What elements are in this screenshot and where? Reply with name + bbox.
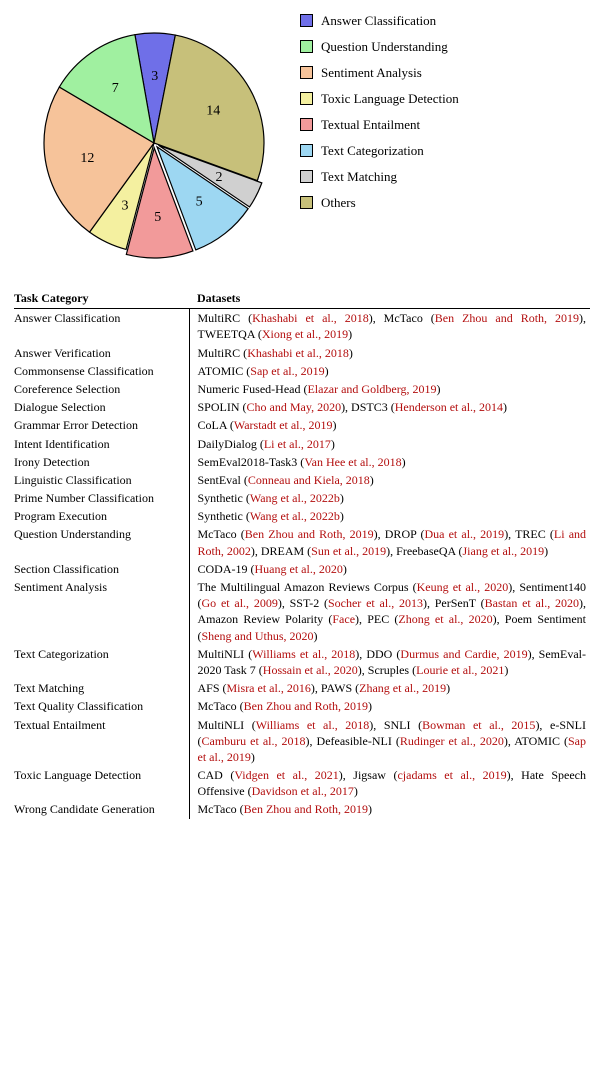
datasets-cell: McTaco (Ben Zhou and Roth, 2019), DROP (… <box>189 525 590 559</box>
legend-item: Text Categorization <box>300 144 590 157</box>
legend-item: Textual Entailment <box>300 118 590 131</box>
task-category-cell: Sentiment Analysis <box>14 578 189 645</box>
datasets-cell: McTaco (Ben Zhou and Roth, 2019) <box>189 800 590 818</box>
datasets-cell: SemEval2018-Task3 (Van Hee et al., 2018) <box>189 453 590 471</box>
datasets-cell: CAD (Vidgen et al., 2021), Jigsaw (cjada… <box>189 766 590 800</box>
datasets-cell: CODA-19 (Huang et al., 2020) <box>189 560 590 578</box>
task-category-cell: Toxic Language Detection <box>14 766 189 800</box>
task-category-cell: Linguistic Classification <box>14 471 189 489</box>
task-category-cell: Coreference Selection <box>14 380 189 398</box>
legend-label: Sentiment Analysis <box>321 66 422 79</box>
table-row: Intent IdentificationDailyDialog (Li et … <box>14 435 590 453</box>
legend-swatch <box>300 170 313 183</box>
table-row: Text Quality ClassificationMcTaco (Ben Z… <box>14 697 590 715</box>
legend-label: Others <box>321 196 356 209</box>
datasets-cell: MultiNLI (Williams et al., 2018), DDO (D… <box>189 645 590 679</box>
table-row: Grammar Error DetectionCoLA (Warstadt et… <box>14 416 590 434</box>
legend-item: Question Understanding <box>300 40 590 53</box>
table-row: Toxic Language DetectionCAD (Vidgen et a… <box>14 766 590 800</box>
datasets-cell: The Multilingual Amazon Reviews Corpus (… <box>189 578 590 645</box>
legend-item: Sentiment Analysis <box>300 66 590 79</box>
legend-label: Answer Classification <box>321 14 436 27</box>
datasets-cell: CoLA (Warstadt et al., 2019) <box>189 416 590 434</box>
datasets-cell: AFS (Misra et al., 2016), PAWS (Zhang et… <box>189 679 590 697</box>
task-category-cell: Answer Verification <box>14 344 189 362</box>
legend-item: Others <box>300 196 590 209</box>
pie-slice-value: 7 <box>112 81 119 96</box>
legend-swatch <box>300 196 313 209</box>
task-category-cell: Wrong Candidate Generation <box>14 800 189 818</box>
table-row: Program ExecutionSynthetic (Wang et al.,… <box>14 507 590 525</box>
pie-slice-value: 12 <box>80 151 94 166</box>
table-row: Sentiment AnalysisThe Multilingual Amazo… <box>14 578 590 645</box>
datasets-cell: MultiNLI (Williams et al., 2018), SNLI (… <box>189 716 590 767</box>
legend: Answer Classification Question Understand… <box>294 8 590 222</box>
datasets-cell: ATOMIC (Sap et al., 2019) <box>189 362 590 380</box>
pie-slice-value: 2 <box>216 170 223 185</box>
datasets-cell: SentEval (Conneau and Kiela, 2018) <box>189 471 590 489</box>
pie-slice-value: 5 <box>154 210 161 225</box>
table-row: Answer VerificationMultiRC (Khashabi et … <box>14 344 590 362</box>
legend-item: Toxic Language Detection <box>300 92 590 105</box>
legend-label: Question Understanding <box>321 40 448 53</box>
task-category-cell: Dialogue Selection <box>14 398 189 416</box>
table-row: Wrong Candidate GenerationMcTaco (Ben Zh… <box>14 800 590 818</box>
task-category-cell: Text Matching <box>14 679 189 697</box>
task-category-cell: Commonsense Classification <box>14 362 189 380</box>
task-category-cell: Question Understanding <box>14 525 189 559</box>
datasets-cell: SPOLIN (Cho and May, 2020), DSTC3 (Hende… <box>189 398 590 416</box>
datasets-cell: MultiRC (Khashabi et al., 2018) <box>189 344 590 362</box>
table-row: Commonsense ClassificationATOMIC (Sap et… <box>14 362 590 380</box>
pie-chart: 3142553127 <box>14 8 294 268</box>
legend-item: Answer Classification <box>300 14 590 27</box>
table-row: Prime Number ClassificationSynthetic (Wa… <box>14 489 590 507</box>
table-row: Section ClassificationCODA-19 (Huang et … <box>14 560 590 578</box>
table-row: Irony DetectionSemEval2018-Task3 (Van He… <box>14 453 590 471</box>
header-datasets: Datasets <box>189 288 590 309</box>
table-row: Answer ClassificationMultiRC (Khashabi e… <box>14 309 590 344</box>
legend-swatch <box>300 14 313 27</box>
table-row: Textual EntailmentMultiNLI (Williams et … <box>14 716 590 767</box>
task-category-cell: Section Classification <box>14 560 189 578</box>
task-category-cell: Answer Classification <box>14 309 189 344</box>
legend-item: Text Matching <box>300 170 590 183</box>
datasets-cell: Numeric Fused-Head (Elazar and Goldberg,… <box>189 380 590 398</box>
datasets-cell: McTaco (Ben Zhou and Roth, 2019) <box>189 697 590 715</box>
datasets-cell: Synthetic (Wang et al., 2022b) <box>189 489 590 507</box>
task-category-cell: Program Execution <box>14 507 189 525</box>
task-category-cell: Grammar Error Detection <box>14 416 189 434</box>
task-category-cell: Text Quality Classification <box>14 697 189 715</box>
task-category-cell: Textual Entailment <box>14 716 189 767</box>
table-row: Coreference SelectionNumeric Fused-Head … <box>14 380 590 398</box>
datasets-cell: Synthetic (Wang et al., 2022b) <box>189 507 590 525</box>
tasks-table: Task Category Datasets Answer Classifica… <box>14 288 590 819</box>
legend-swatch <box>300 92 313 105</box>
legend-label: Toxic Language Detection <box>321 92 459 105</box>
pie-slice-value: 5 <box>196 194 203 209</box>
task-category-cell: Prime Number Classification <box>14 489 189 507</box>
datasets-cell: DailyDialog (Li et al., 2017) <box>189 435 590 453</box>
legend-swatch <box>300 144 313 157</box>
table-row: Text MatchingAFS (Misra et al., 2016), P… <box>14 679 590 697</box>
task-category-cell: Irony Detection <box>14 453 189 471</box>
header-task-category: Task Category <box>14 288 189 309</box>
chart-and-legend: 3142553127 Answer ClassificationQuestion… <box>14 8 590 268</box>
legend-label: Textual Entailment <box>321 118 420 131</box>
legend-swatch <box>300 66 313 79</box>
pie-slice-value: 14 <box>206 104 220 119</box>
legend-label: Text Categorization <box>321 144 424 157</box>
table-row: Question UnderstandingMcTaco (Ben Zhou a… <box>14 525 590 559</box>
task-category-cell: Text Categorization <box>14 645 189 679</box>
legend-swatch <box>300 40 313 53</box>
table-row: Dialogue SelectionSPOLIN (Cho and May, 2… <box>14 398 590 416</box>
table-row: Text CategorizationMultiNLI (Williams et… <box>14 645 590 679</box>
pie-slice-value: 3 <box>151 69 158 84</box>
legend-label: Text Matching <box>321 170 397 183</box>
pie-slice-value: 3 <box>121 198 128 213</box>
task-category-cell: Intent Identification <box>14 435 189 453</box>
table-row: Linguistic ClassificationSentEval (Conne… <box>14 471 590 489</box>
legend-swatch <box>300 118 313 131</box>
datasets-cell: MultiRC (Khashabi et al., 2018), McTaco … <box>189 309 590 344</box>
